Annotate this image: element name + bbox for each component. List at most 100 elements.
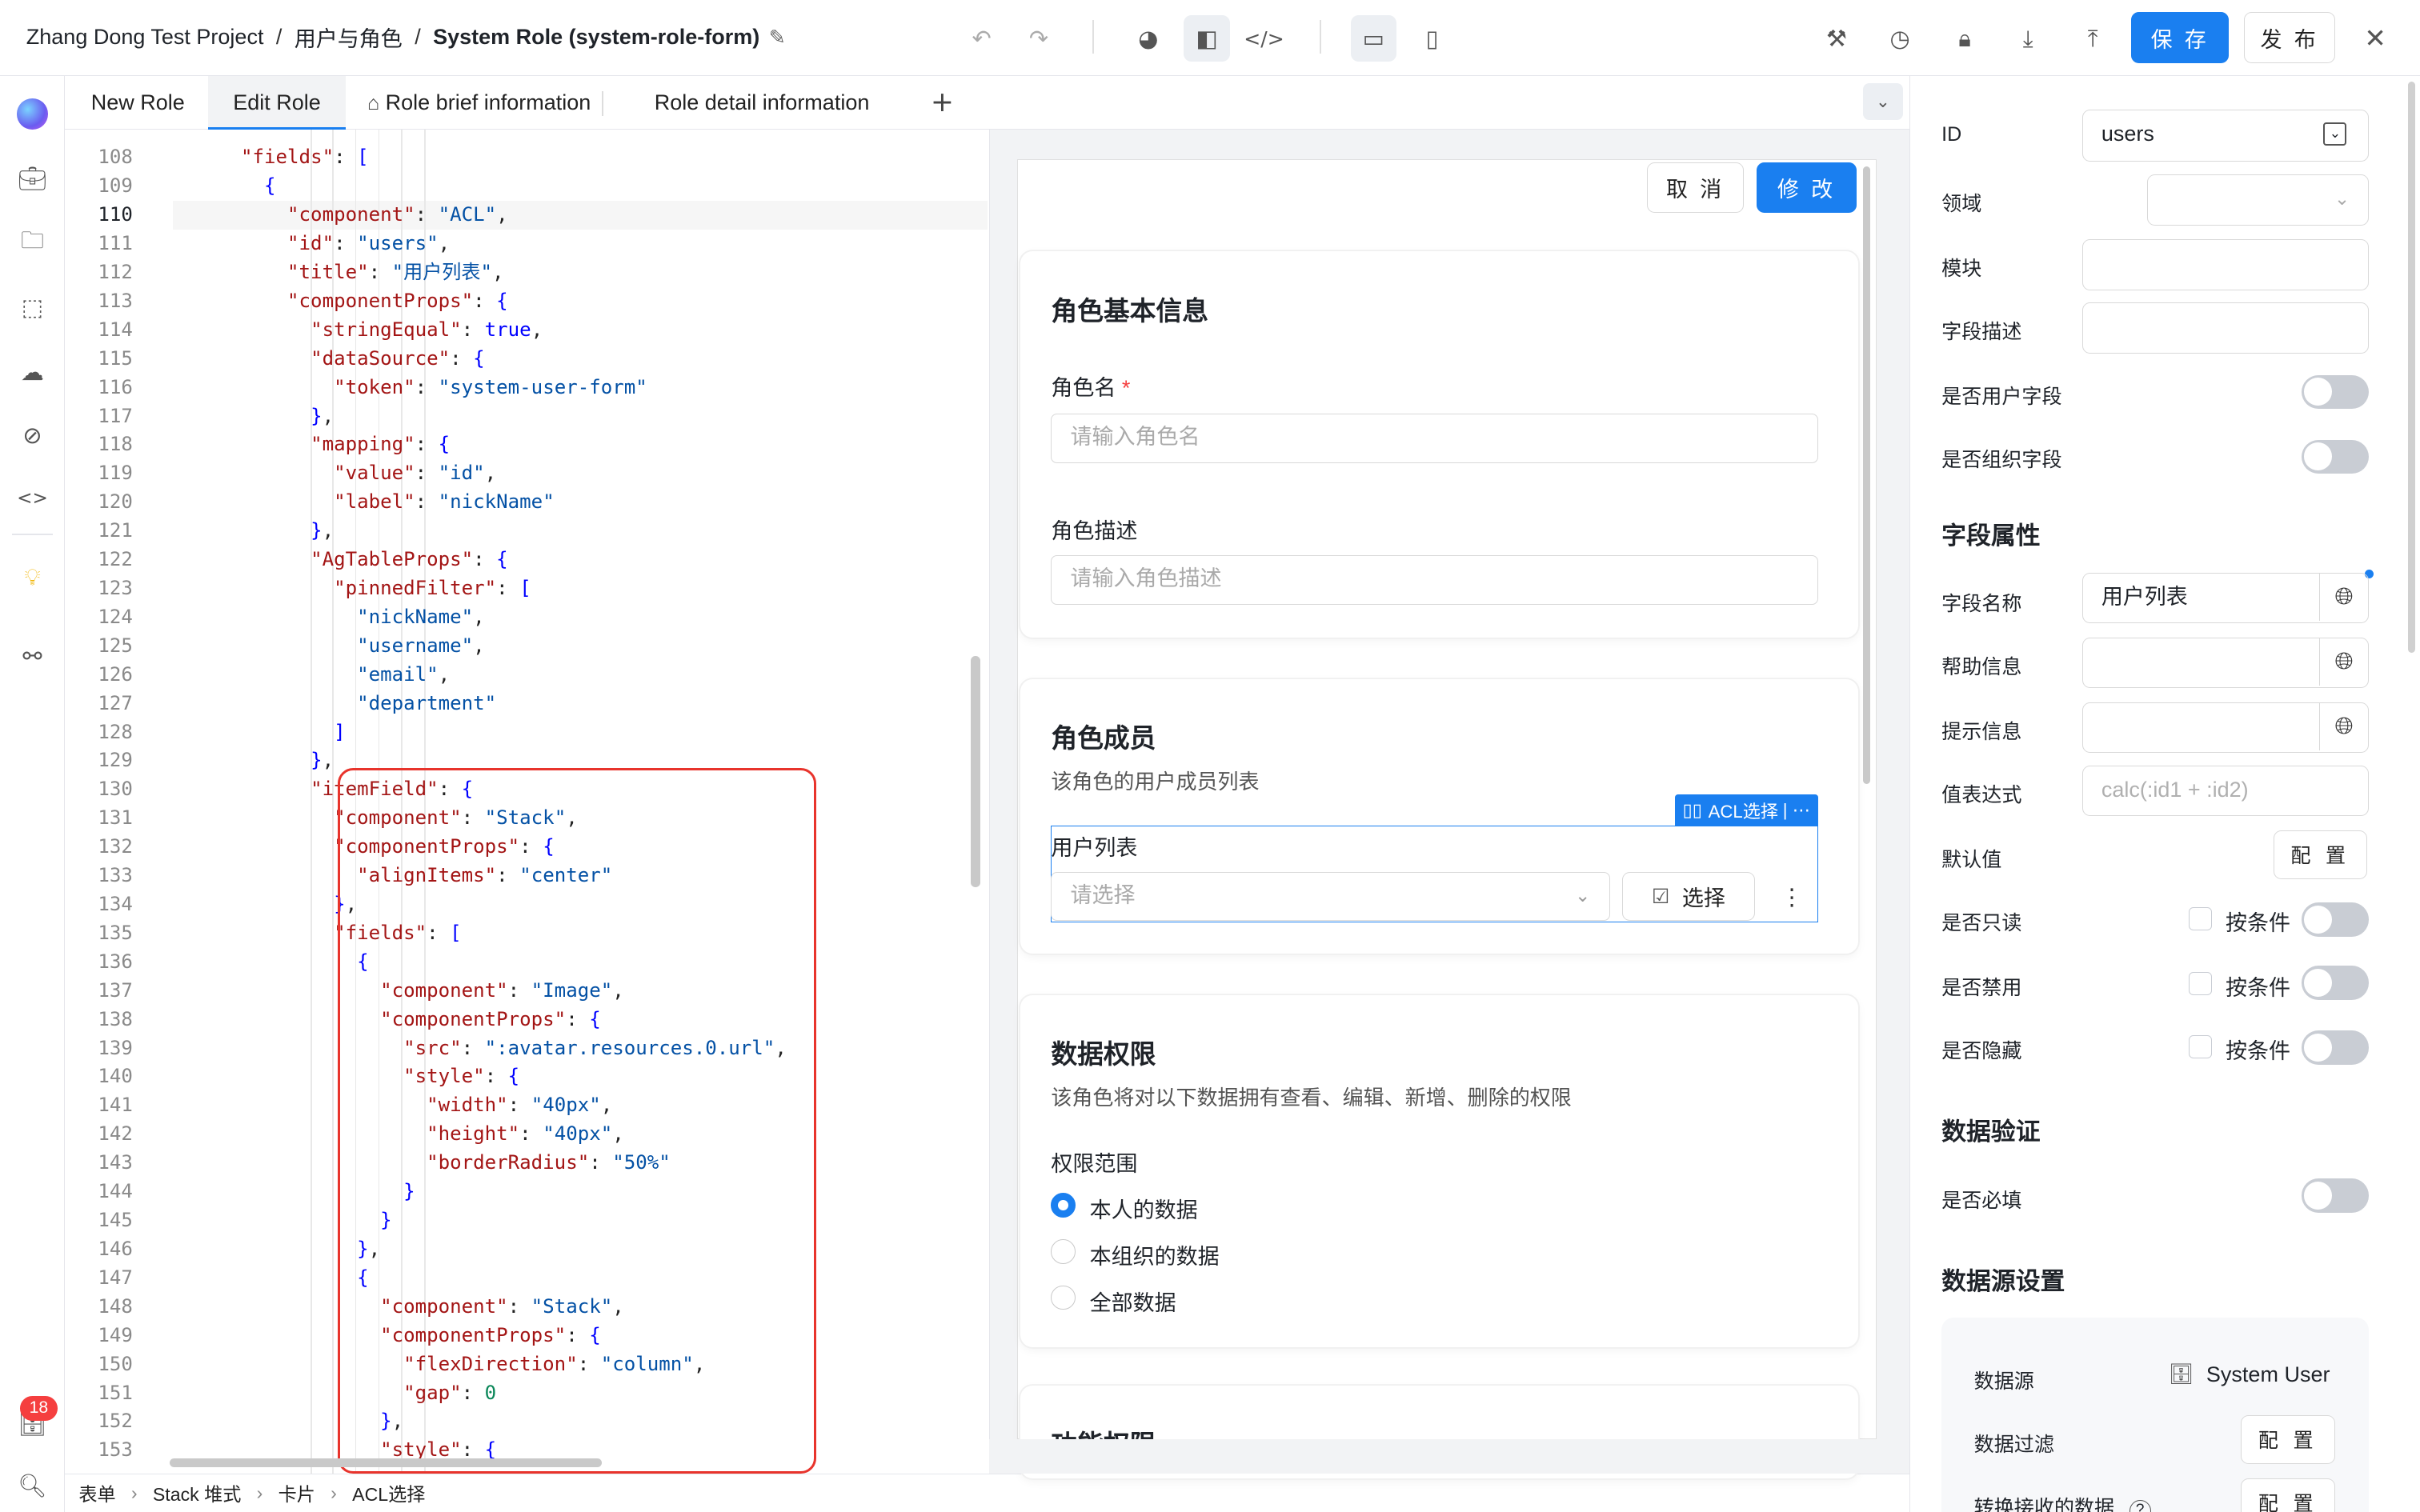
briefcase-icon[interactable]: 💼︎ [14, 161, 50, 198]
code-line[interactable]: "email", [194, 661, 450, 690]
editor-horizontal-scrollbar[interactable] [170, 1458, 603, 1468]
hidden-condition-checkbox[interactable] [2188, 1035, 2212, 1058]
history-icon[interactable]: ◷ [1877, 15, 1923, 62]
code-line[interactable]: }, [194, 517, 334, 546]
code-view-icon[interactable]: </> [1241, 15, 1288, 62]
breadcrumb-section[interactable]: 用户与角色 [294, 22, 403, 53]
edit-pencil-icon[interactable]: ✎ [769, 26, 786, 49]
help-circle-icon[interactable]: ? [2129, 1499, 2151, 1512]
code-line[interactable]: "token": "system-user-form" [194, 374, 647, 402]
user-select-dropdown[interactable]: 请选择 ⌄ [1051, 871, 1610, 922]
role-desc-input[interactable]: 请输入角色描述 [1051, 555, 1818, 605]
more-icon[interactable]: | ⋯ [1783, 800, 1810, 821]
code-line[interactable]: { [194, 172, 276, 201]
path-item[interactable]: ACL选择 [352, 1479, 425, 1506]
globe-icon[interactable]: 🌐︎ [2318, 573, 2369, 622]
cloud-icon[interactable]: ☁︎ [14, 354, 50, 390]
mobile-view-icon[interactable]: ▯ [1409, 15, 1456, 62]
folder-icon[interactable]: 🗀 [14, 226, 50, 262]
scope-radio-self[interactable] [1051, 1192, 1076, 1218]
select-users-button[interactable]: ☑ 选择 [1621, 871, 1755, 922]
preview-scrollbar[interactable] [1862, 166, 1871, 784]
default-config-button[interactable]: 配 置 [2273, 830, 2368, 880]
editor-vertical-scrollbar[interactable] [971, 655, 980, 887]
breadcrumb-project[interactable]: Zhang Dong Test Project [26, 25, 264, 50]
lightbulb-icon[interactable]: 💡︎ [14, 558, 50, 595]
hint-info-input[interactable]: 🌐︎ [2081, 702, 2370, 754]
flow-icon[interactable]: ⚯ [14, 638, 50, 674]
selection-icon[interactable]: ⬚ [14, 289, 50, 326]
readonly-condition-checkbox[interactable] [2188, 907, 2212, 930]
code-line[interactable]: "department" [194, 690, 496, 718]
chevron-down-icon[interactable]: ⌄ [1862, 83, 1903, 121]
field-name-input[interactable]: 用户列表 🌐︎ [2081, 572, 2370, 624]
tab-role-brief[interactable]: ⌂ Role brief information [346, 76, 615, 130]
code-line[interactable]: "component": "ACL", [194, 201, 508, 230]
panel-scrollbar[interactable] [2407, 82, 2416, 653]
cancel-button[interactable]: 取 消 [1646, 162, 1745, 214]
close-icon[interactable]: ✕ [2352, 15, 2398, 62]
org-field-toggle[interactable] [2301, 439, 2370, 474]
code-line[interactable]: "id": "users", [194, 230, 450, 258]
role-name-input[interactable]: 请输入角色名 [1051, 413, 1818, 463]
code-line[interactable]: }, [194, 890, 357, 919]
code-line[interactable]: "mapping": { [194, 430, 450, 459]
user-field-toggle[interactable] [2301, 374, 2370, 410]
code-line[interactable]: ] [194, 718, 346, 747]
eye-off-icon[interactable]: ⊘ [14, 417, 50, 454]
path-item[interactable]: Stack 堆式 [153, 1479, 242, 1506]
tab-new-role[interactable]: New Role [66, 76, 210, 130]
code-line[interactable]: "title": "用户列表", [194, 258, 503, 287]
code-line[interactable]: "AgTableProps": { [194, 546, 508, 574]
redo-icon[interactable]: ↷ [1016, 15, 1062, 62]
readonly-toggle[interactable] [2301, 902, 2370, 937]
module-input[interactable] [2081, 238, 2370, 290]
download-icon[interactable]: ⤓ [2005, 15, 2051, 62]
code-line[interactable]: "componentProps": { [194, 287, 508, 316]
acl-select-tag[interactable]: ▯▯ ACL选择 | ⋯ [1674, 794, 1818, 826]
save-button[interactable]: 保 存 [2131, 12, 2229, 64]
code-line[interactable]: "label": "nickName" [194, 488, 555, 517]
path-item[interactable]: 表单 [78, 1479, 115, 1506]
domain-select[interactable]: ⌄ [2146, 174, 2370, 226]
code-line[interactable]: "username", [194, 632, 485, 661]
modify-button[interactable]: 修 改 [1756, 162, 1857, 214]
lock-icon[interactable]: 🔒︎ [1941, 15, 1988, 62]
code-icon[interactable]: <> [14, 480, 50, 517]
undo-icon[interactable]: ↶ [959, 15, 1005, 62]
filter-config-button[interactable]: 配 置 [2241, 1414, 2335, 1465]
kebab-menu-icon[interactable]: ⋮ [1778, 881, 1806, 912]
id-select[interactable]: users ⌄ [2081, 109, 2370, 162]
help-info-input[interactable]: 🌐︎ [2081, 637, 2370, 689]
search-check-icon[interactable]: 🔍︎ [14, 1467, 50, 1504]
add-tab-icon[interactable]: + [906, 76, 979, 130]
desktop-view-icon[interactable]: ▭ [1350, 15, 1397, 62]
tab-role-detail[interactable]: Role detail information [630, 76, 894, 130]
code-line[interactable]: "fields": [ [194, 143, 369, 172]
upload-icon[interactable]: ⤒ [2069, 15, 2116, 62]
palette-icon[interactable]: ◕ [1125, 15, 1172, 62]
code-line[interactable]: "pinnedFilter": [ [194, 574, 531, 603]
code-line[interactable]: "dataSource": { [194, 345, 485, 374]
required-toggle[interactable] [2301, 1178, 2370, 1213]
app-logo[interactable] [17, 98, 48, 130]
code-line[interactable]: }, [194, 746, 334, 775]
disabled-condition-checkbox[interactable] [2188, 972, 2212, 995]
code-line[interactable]: }, [194, 402, 334, 431]
code-line[interactable]: "stringEqual": true, [194, 316, 543, 345]
publish-button[interactable]: 发 布 [2244, 12, 2335, 64]
hidden-toggle[interactable] [2301, 1030, 2370, 1065]
path-item[interactable]: 卡片 [278, 1479, 315, 1506]
code-line[interactable]: "value": "id", [194, 459, 496, 488]
split-view-icon[interactable]: ◧ [1184, 15, 1231, 62]
code-line[interactable]: "nickName", [194, 603, 485, 632]
value-expr-input[interactable]: calc(:id1 + :id2) [2081, 765, 2370, 817]
globe-icon[interactable]: 🌐︎ [2318, 702, 2369, 751]
globe-icon[interactable]: 🌐︎ [2318, 638, 2369, 686]
ai-tools-icon[interactable]: ⚒ [1813, 15, 1860, 62]
field-desc-input[interactable] [2081, 302, 2370, 354]
disabled-toggle[interactable] [2301, 966, 2370, 1000]
datasource-value[interactable]: 🗄︎ System User [2169, 1362, 2330, 1387]
transform-config-button[interactable]: 配 置 [2241, 1478, 2335, 1512]
scope-radio-org[interactable] [1051, 1238, 1076, 1264]
